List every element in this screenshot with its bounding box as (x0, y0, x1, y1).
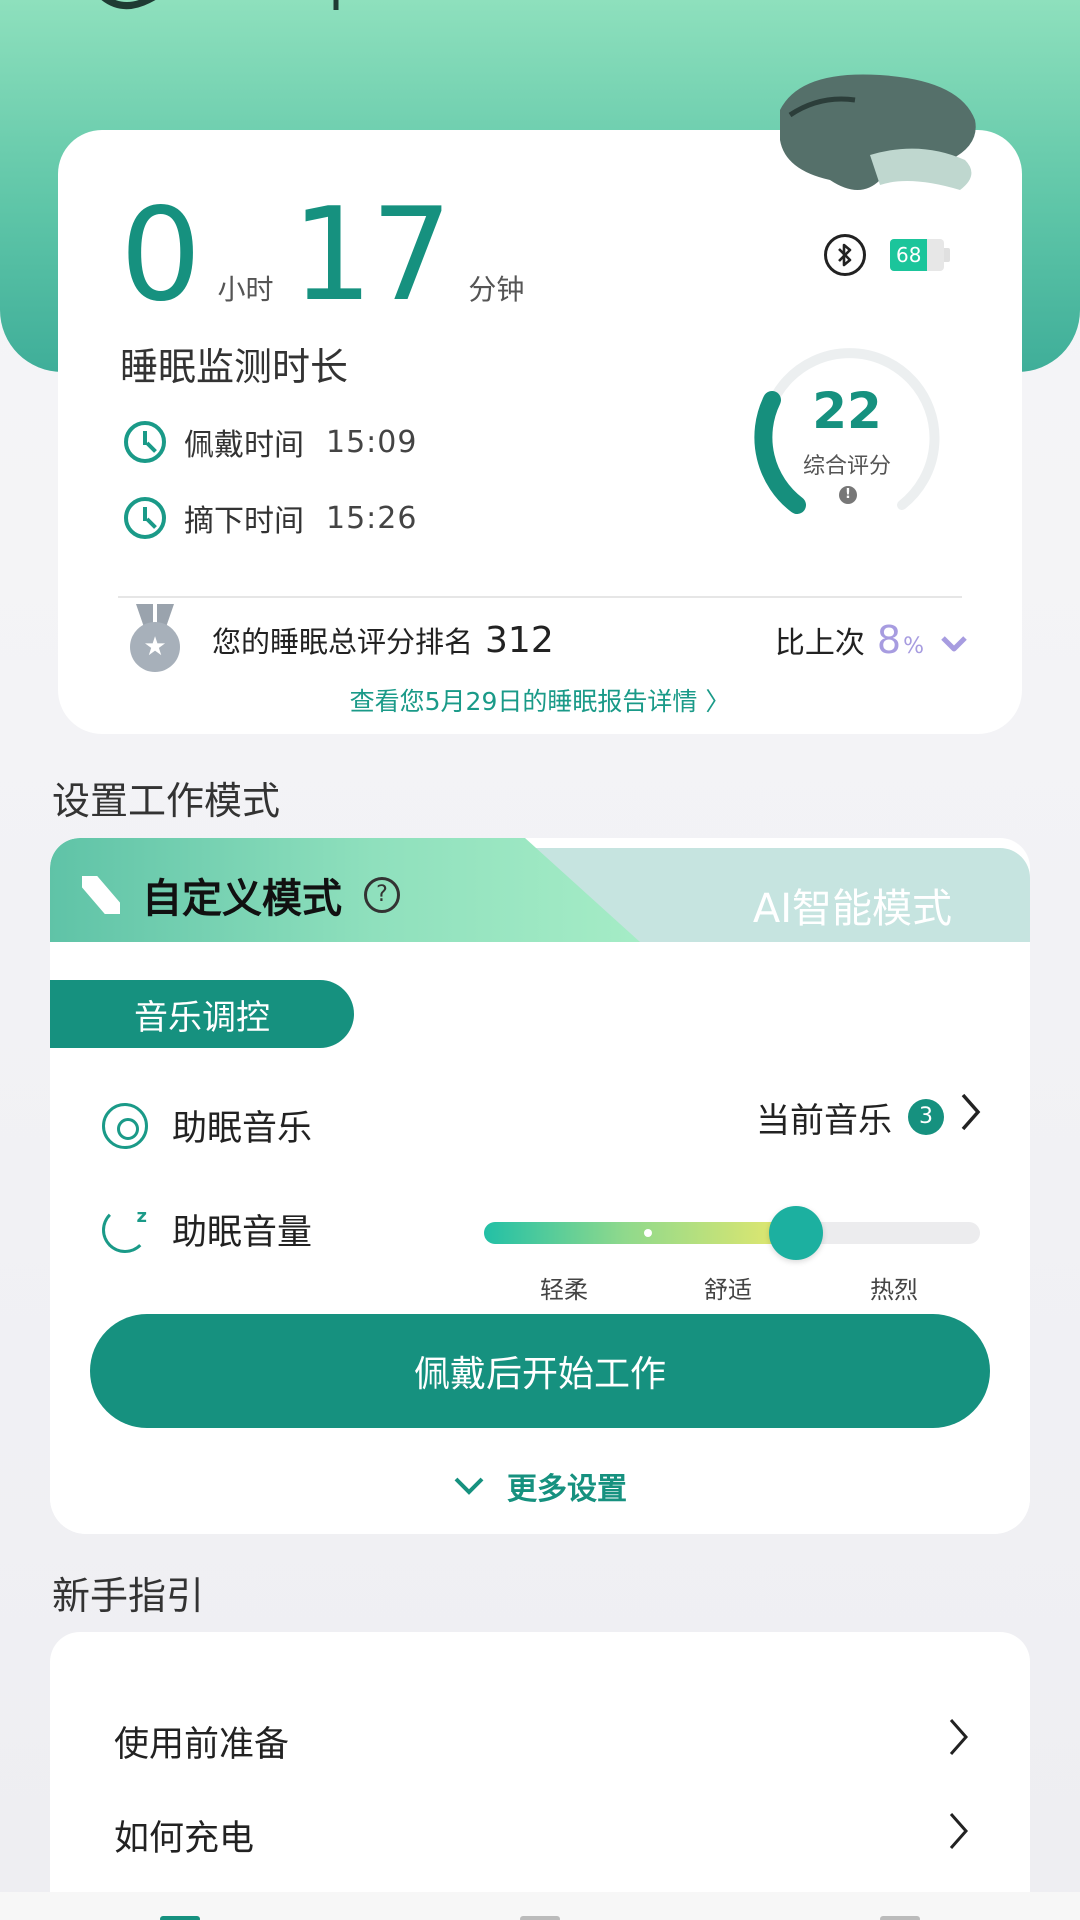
compare-previous: 比上次 8 % (775, 618, 968, 662)
tab-ai-label: AI智能模式 (752, 886, 952, 932)
card-divider (118, 596, 962, 598)
rank-value: 312 (485, 619, 554, 661)
tick-comfort: 舒适 (704, 1276, 752, 1304)
sleep-summary-card[interactable]: 0 小时 17 分钟 68 睡眠监测时长 佩戴时间 15:09 摘下时间 15:… (58, 130, 1022, 734)
wear-time-row: 佩戴时间 15:09 (124, 420, 417, 464)
guide-item-label: 使用前准备 (114, 1725, 290, 1765)
app-screen: 0 小时 17 分钟 68 睡眠监测时长 佩戴时间 15:09 摘下时间 15:… (0, 0, 1080, 1920)
guide-card: 使用前准备 如何充电 (50, 1632, 1030, 1920)
guide-item-preparation[interactable]: 使用前准备 (114, 1716, 970, 1767)
sleep-duration: 0 小时 17 分钟 (120, 192, 542, 320)
chevron-down-icon (940, 630, 968, 660)
help-icon[interactable]: ? (364, 877, 400, 913)
chevron-right-icon (948, 1717, 970, 1767)
rank-row: ★ 您的睡眠总评分排名 312 比上次 8 % (128, 600, 968, 680)
mode-body: 音乐调控 助眠音乐 当前音乐 3 z 助眠音量 轻柔 舒适 热烈 佩戴后开始工作… (50, 942, 1030, 1534)
battery-indicator: 68 (890, 239, 950, 271)
tab-profile-icon[interactable] (880, 1916, 920, 1920)
volume-slider-fill (484, 1222, 797, 1244)
remove-time-row: 摘下时间 15:26 (124, 496, 417, 540)
more-settings-button[interactable]: 更多设置 (50, 1464, 1030, 1508)
score-value: 22 (812, 382, 882, 440)
tab-report-icon[interactable] (520, 1916, 560, 1920)
compare-value: 8 (876, 618, 902, 662)
tick-soft: 轻柔 (540, 1276, 588, 1304)
duration-label: 睡眠监测时长 (120, 345, 349, 389)
volume-slider-midpoint (644, 1229, 652, 1237)
device-status: 68 (824, 234, 950, 276)
music-count-badge: 3 (908, 1099, 944, 1135)
chevron-down-icon (453, 1469, 485, 1504)
music-control-pill[interactable]: 音乐调控 (50, 980, 354, 1048)
bluetooth-icon[interactable] (824, 234, 866, 276)
moon-sleep-icon: z (102, 1206, 148, 1253)
info-icon[interactable]: ! (839, 486, 857, 504)
remove-time-value: 15:26 (326, 500, 418, 536)
more-settings-label: 更多设置 (507, 1472, 627, 1507)
minutes-value: 17 (291, 181, 452, 330)
hours-value: 0 (120, 181, 201, 330)
wear-time-value: 15:09 (326, 424, 418, 460)
custom-mode-icon (82, 876, 120, 914)
clock-icon (124, 421, 166, 463)
guide-item-label: 如何充电 (114, 1819, 255, 1859)
clock-icon (124, 497, 166, 539)
tick-intense: 热烈 (870, 1276, 918, 1304)
mode-section-title: 设置工作模式 (52, 779, 281, 823)
start-work-button[interactable]: 佩戴后开始工作 (90, 1314, 990, 1428)
rank-label: 您的睡眠总评分排名 (212, 625, 474, 659)
bottom-tab-bar[interactable] (0, 1892, 1080, 1920)
tab-custom-label: 自定义模式 (142, 876, 342, 922)
report-detail-link[interactable]: 查看您5月29日的睡眠报告详情 〉 (58, 682, 1022, 718)
score-label: 综合评分 (802, 454, 891, 479)
volume-slider[interactable] (484, 1206, 980, 1260)
guide-item-charging[interactable]: 如何充电 (114, 1810, 970, 1861)
compare-unit: % (903, 634, 924, 659)
sleep-music-row[interactable]: 助眠音乐 (102, 1100, 312, 1151)
music-disc-icon (102, 1102, 148, 1149)
sleep-volume-label: 助眠音量 (172, 1213, 313, 1253)
guide-section-title: 新手指引 (52, 1574, 205, 1618)
sleep-volume-row: z 助眠音量 (102, 1204, 312, 1255)
battery-tip (944, 248, 950, 262)
sleep-mask-device-image (780, 74, 976, 190)
sleep-music-label: 助眠音乐 (172, 1109, 313, 1149)
brand-logo (101, 0, 339, 10)
medal-icon: ★ (128, 604, 182, 676)
minutes-unit: 分钟 (468, 273, 525, 306)
current-music-button[interactable]: 当前音乐 3 (756, 1092, 982, 1142)
work-mode-card: AI智能模式 自定义模式 ? 音乐调控 助眠音乐 当前音乐 3 z 助眠音量 轻… (50, 838, 1030, 1534)
compare-label: 比上次 (774, 626, 865, 661)
chevron-right-icon (948, 1811, 970, 1861)
tab-home-icon[interactable] (160, 1916, 200, 1920)
wear-time-label: 佩戴时间 (184, 428, 304, 463)
score-gauge[interactable]: 22 综合评分 ! (742, 330, 952, 540)
battery-level: 68 (896, 243, 922, 267)
remove-time-label: 摘下时间 (184, 504, 304, 539)
current-music-label: 当前音乐 (756, 1100, 892, 1141)
volume-slider-knob[interactable] (769, 1206, 824, 1260)
chevron-right-icon (960, 1092, 982, 1142)
hours-unit: 小时 (217, 273, 274, 306)
